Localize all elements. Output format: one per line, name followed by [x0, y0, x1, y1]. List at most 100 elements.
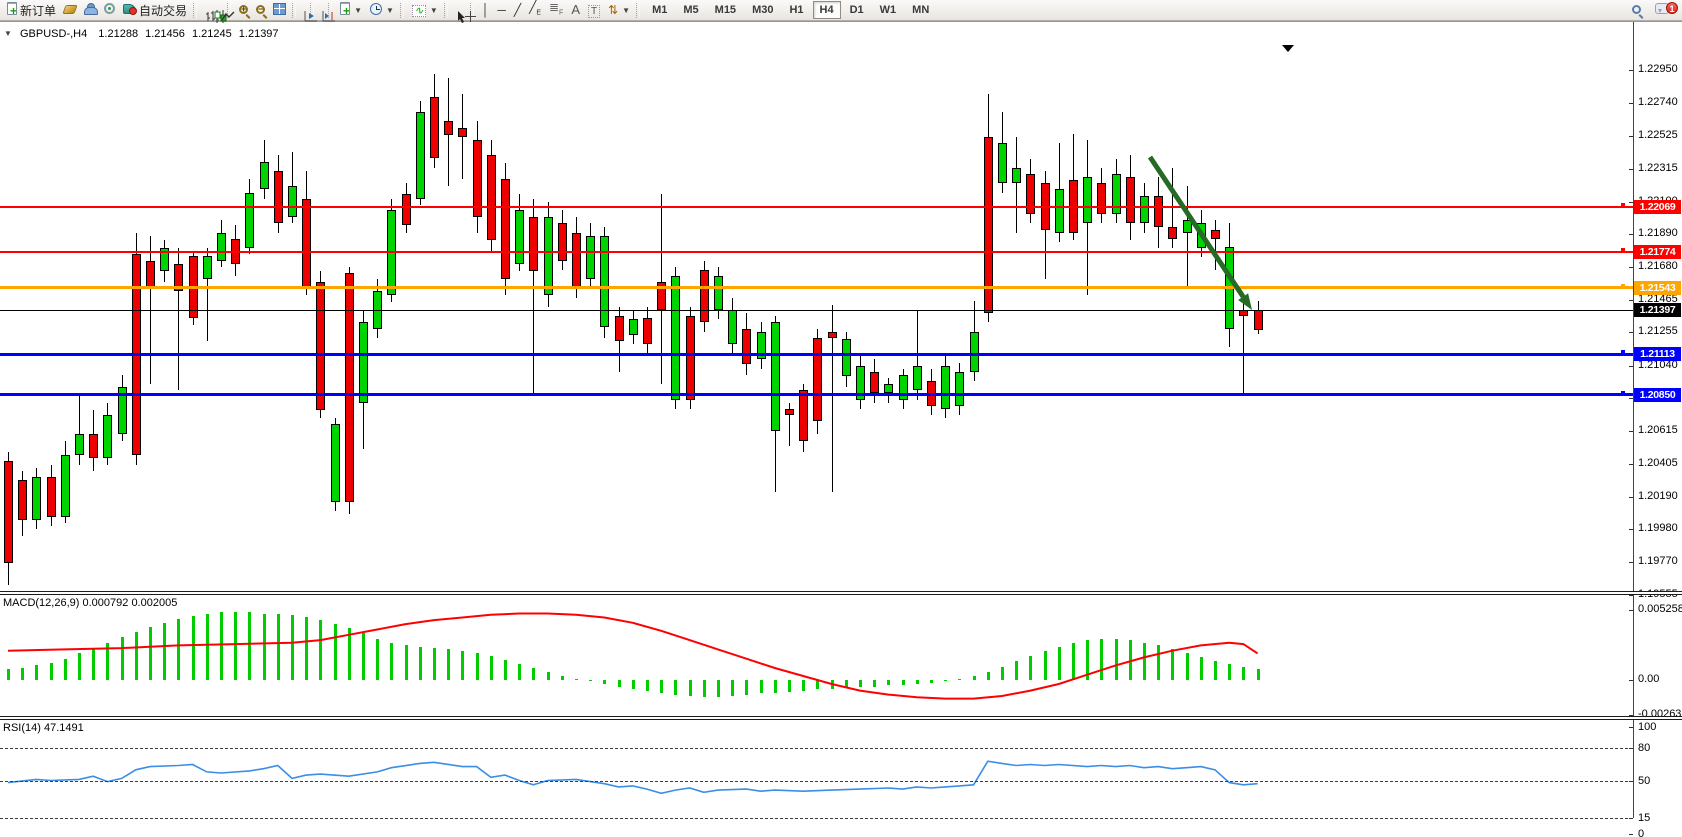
- price-axis-label: 1.19770: [1638, 555, 1678, 567]
- search-button[interactable]: [1628, 1, 1645, 20]
- timeframe-button-d1[interactable]: D1: [843, 1, 871, 19]
- price-level-line[interactable]: [0, 286, 1633, 289]
- timeframe-button-h4[interactable]: H4: [813, 1, 841, 19]
- macd-histogram-bar: [206, 614, 209, 681]
- candle: [1254, 310, 1263, 330]
- market-profile-button[interactable]: [80, 1, 100, 20]
- level-line-marker[interactable]: [1621, 248, 1625, 252]
- notifications-button[interactable]: 1: [1651, 1, 1673, 20]
- new-chart-button[interactable]: +▼: [336, 1, 366, 20]
- price-axis-tick: [1629, 234, 1633, 235]
- macd-histogram-bar: [92, 648, 95, 680]
- crosshair-button[interactable]: [460, 1, 468, 20]
- line-chart-button[interactable]: [217, 1, 225, 20]
- price-level-label: 1.21397: [1634, 303, 1681, 317]
- dropdown-arrow-icon[interactable]: ▼: [430, 6, 438, 15]
- candle: [1154, 196, 1163, 227]
- macd-histogram-bar: [575, 679, 578, 680]
- macd-histogram-bar: [405, 645, 408, 680]
- new-order-button[interactable]: +新订单: [3, 1, 60, 20]
- macd-histogram-bar: [376, 639, 379, 680]
- level-line-marker[interactable]: [1621, 350, 1625, 354]
- indicator-icon: ∿: [412, 3, 426, 17]
- horizontal-line-button[interactable]: ─: [493, 1, 510, 20]
- text-button[interactable]: A: [567, 1, 584, 20]
- price-level-line[interactable]: [0, 353, 1633, 356]
- candlestick-chart-button[interactable]: [209, 1, 217, 20]
- dropdown-arrow-icon[interactable]: ▼: [622, 6, 630, 15]
- autotrading-icon: [123, 3, 136, 17]
- macd-histogram-bar: [277, 614, 280, 681]
- chart-window-top-border: [0, 21, 1682, 22]
- cursor-button[interactable]: [452, 1, 460, 20]
- sell-pressure-arrow[interactable]: [0, 22, 1682, 837]
- price-axis-tick: [1629, 464, 1633, 465]
- candle-wick: [1016, 137, 1017, 233]
- candle: [402, 194, 411, 225]
- candle: [203, 256, 212, 279]
- indicators-button[interactable]: ∿▼: [408, 1, 442, 20]
- autotrading-button[interactable]: 自动交易: [119, 1, 191, 20]
- candle: [1168, 227, 1177, 239]
- candle: [742, 329, 751, 365]
- timeframe-button-h1[interactable]: H1: [782, 1, 810, 19]
- macd-histogram-bar: [21, 668, 24, 680]
- trendline-button[interactable]: ╱: [510, 1, 525, 20]
- level-line-marker[interactable]: [1621, 391, 1625, 395]
- level-line-marker[interactable]: [1621, 284, 1625, 288]
- timeframe-button-m30[interactable]: M30: [745, 1, 780, 19]
- tile-windows-button[interactable]: [269, 1, 290, 20]
- price-axis[interactable]: [1633, 22, 1682, 818]
- price-level-line[interactable]: [0, 251, 1633, 253]
- price-level-line[interactable]: [0, 310, 1633, 311]
- price-axis-tick: [1629, 366, 1633, 367]
- rsi-axis-label: 15: [1638, 812, 1650, 824]
- macd-histogram-bar: [1029, 656, 1032, 680]
- price-axis-label: 1.19980: [1638, 522, 1678, 534]
- price-axis-label: 1.20190: [1638, 490, 1678, 502]
- timeframe-button-m15[interactable]: M15: [708, 1, 743, 19]
- candle: [1055, 189, 1064, 232]
- bar-chart-button[interactable]: [201, 1, 209, 20]
- chart-window[interactable]: ▼ GBPUSD-,H4 1.21288 1.21456 1.21245 1.2…: [0, 22, 1682, 837]
- timeframe-button-m5[interactable]: M5: [676, 1, 705, 19]
- signals-button[interactable]: [100, 1, 119, 20]
- zoom-out-button[interactable]: −: [252, 1, 269, 20]
- macd-histogram-bar: [106, 643, 109, 680]
- periods-button[interactable]: ▼: [366, 1, 398, 20]
- price-axis-tick: [1629, 529, 1633, 530]
- price-axis-tick: [1629, 169, 1633, 170]
- candle: [245, 193, 254, 249]
- chart-shift-button[interactable]: [318, 1, 326, 20]
- price-level-line[interactable]: [0, 393, 1633, 396]
- macd-histogram-bar: [518, 664, 521, 680]
- price-level-line[interactable]: [0, 206, 1633, 208]
- dropdown-arrow-icon[interactable]: ▼: [354, 6, 362, 15]
- timeframe-button-mn[interactable]: MN: [905, 1, 936, 19]
- collapse-arrow-icon[interactable]: ▼: [4, 29, 12, 38]
- candle: [1097, 183, 1106, 214]
- macd-histogram-bar: [433, 648, 436, 680]
- arrow-objects-button[interactable]: ⇅▼: [604, 1, 634, 20]
- macd-pane-separator[interactable]: [0, 591, 1682, 595]
- vertical-line-button[interactable]: │: [478, 1, 494, 20]
- macd-histogram-bar: [760, 680, 763, 693]
- price-axis-tick: [1629, 136, 1633, 137]
- fibonacci-button[interactable]: ≣F: [545, 1, 567, 20]
- candle: [217, 233, 226, 261]
- macd-histogram-bar: [419, 647, 422, 680]
- macd-histogram-bar: [35, 665, 38, 680]
- level-line-marker[interactable]: [1621, 203, 1625, 207]
- candle: [558, 223, 567, 260]
- equidistant-channel-button[interactable]: ╱E: [525, 1, 545, 20]
- zoom-in-button[interactable]: +: [235, 1, 252, 20]
- gold-pointer-button[interactable]: [60, 1, 80, 20]
- text-label-button[interactable]: T: [584, 1, 604, 20]
- macd-histogram-bar: [632, 680, 635, 689]
- rsi-pane-separator[interactable]: [0, 716, 1682, 720]
- text-icon: A: [571, 3, 580, 17]
- auto-scroll-button[interactable]: [300, 1, 308, 20]
- timeframe-button-w1[interactable]: W1: [873, 1, 904, 19]
- timeframe-button-m1[interactable]: M1: [645, 1, 674, 19]
- dropdown-arrow-icon[interactable]: ▼: [386, 6, 394, 15]
